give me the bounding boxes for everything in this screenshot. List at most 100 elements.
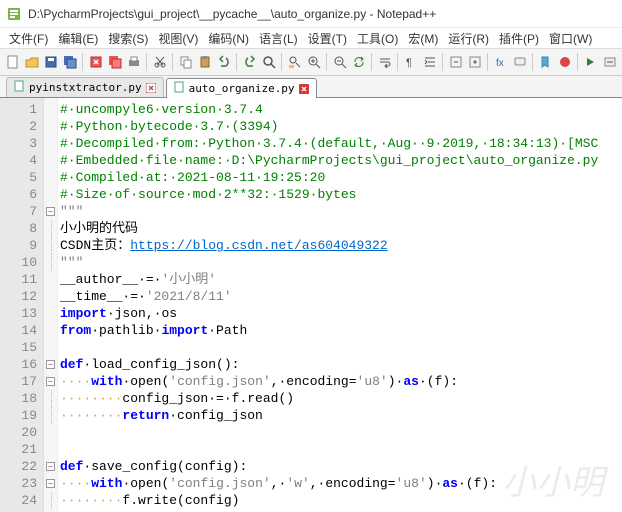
line-number: 3 — [0, 135, 37, 152]
paste-button[interactable] — [196, 52, 213, 72]
tab-pyinstxtractor-py[interactable]: pyinstxtractor.py — [6, 77, 164, 97]
print-button[interactable] — [125, 52, 142, 72]
toolbar-separator — [326, 53, 327, 71]
code-line[interactable]: __time__·=·'2021/8/11' — [60, 288, 622, 305]
code-line[interactable]: #·Size·of·source·mod·2**32:·1529·bytes — [60, 186, 622, 203]
fold-cell — [44, 339, 57, 356]
fold-toggle-icon[interactable]: − — [46, 377, 55, 386]
toolbar-separator — [371, 53, 372, 71]
editor: 123456789101112131415161718192021222324 … — [0, 98, 622, 512]
line-number: 23 — [0, 475, 37, 492]
toolbar-separator — [146, 53, 147, 71]
menu-item-6[interactable]: 设置(T) — [303, 28, 352, 49]
copy-button[interactable] — [177, 52, 194, 72]
replace-button[interactable] — [286, 52, 303, 72]
macro-button[interactable] — [601, 52, 618, 72]
code-line[interactable]: import·json,·os — [60, 305, 622, 322]
code-line[interactable]: ········config_json·=·f.read() — [60, 390, 622, 407]
code-line[interactable]: def·load_config_json(): — [60, 356, 622, 373]
file-icon — [173, 81, 185, 96]
fold-cell[interactable]: − — [44, 203, 57, 220]
wrap-button[interactable] — [376, 52, 393, 72]
menu-item-7[interactable]: 工具(O) — [352, 28, 403, 49]
code-line[interactable]: #·Decompiled·from:·Python·3.7.4·(default… — [60, 135, 622, 152]
code-line[interactable]: ········return·config_json — [60, 407, 622, 424]
menu-item-1[interactable]: 编辑(E) — [53, 28, 103, 49]
code-line[interactable]: ····with·open('config.json',·encoding='u… — [60, 373, 622, 390]
fold-cell — [44, 390, 57, 407]
sync-button[interactable] — [350, 52, 367, 72]
fold-toggle-icon[interactable]: − — [46, 462, 55, 471]
open-button[interactable] — [23, 52, 40, 72]
zoom-in-button[interactable] — [305, 52, 322, 72]
close-all-button[interactable] — [106, 52, 123, 72]
menu-item-2[interactable]: 搜索(S) — [103, 28, 153, 49]
code-line[interactable]: ····with·open('config.json',·'w',·encodi… — [60, 475, 622, 492]
fold-cell[interactable]: − — [44, 475, 57, 492]
menubar: 文件(F)编辑(E)搜索(S)视图(V)编码(N)语言(L)设置(T)工具(O)… — [0, 28, 622, 48]
toolbar-separator — [82, 53, 83, 71]
new-button[interactable] — [4, 52, 21, 72]
app-icon — [6, 6, 22, 22]
bookmark-button[interactable] — [537, 52, 554, 72]
tab-auto_organize-py[interactable]: auto_organize.py — [166, 78, 317, 98]
menu-item-10[interactable]: 插件(P) — [494, 28, 544, 49]
save-all-button[interactable] — [61, 52, 78, 72]
code-line[interactable]: __author__·=·'小小明' — [60, 271, 622, 288]
fold-button[interactable] — [447, 52, 464, 72]
line-number: 9 — [0, 237, 37, 254]
zoom-out-button[interactable] — [331, 52, 348, 72]
code-line[interactable] — [60, 441, 622, 458]
code-line[interactable]: #·Compiled·at:·2021-08-11·19:25:20 — [60, 169, 622, 186]
code-line[interactable]: from·pathlib·import·Path — [60, 322, 622, 339]
svg-text:fx: fx — [496, 58, 504, 69]
menu-item-8[interactable]: 宏(M) — [403, 28, 443, 49]
func-button[interactable]: fx — [492, 52, 509, 72]
code-line[interactable]: """ — [60, 203, 622, 220]
code-line[interactable] — [60, 339, 622, 356]
line-number: 18 — [0, 390, 37, 407]
menu-item-0[interactable]: 文件(F) — [4, 28, 53, 49]
code-line[interactable]: CSDN主页：https://blog.csdn.net/as604049322 — [60, 237, 622, 254]
fold-cell[interactable]: − — [44, 458, 57, 475]
menu-item-9[interactable]: 运行(R) — [443, 28, 494, 49]
close-button[interactable] — [87, 52, 104, 72]
undo-button[interactable] — [215, 52, 232, 72]
code-line[interactable]: ········f.write(config) — [60, 492, 622, 509]
redo-button[interactable] — [241, 52, 258, 72]
menu-item-4[interactable]: 编码(N) — [203, 28, 254, 49]
fold-toggle-icon[interactable]: − — [46, 207, 55, 216]
line-number: 4 — [0, 152, 37, 169]
unfold-button[interactable] — [466, 52, 483, 72]
code-line[interactable] — [60, 424, 622, 441]
code-line[interactable]: #·Python·bytecode·3.7·(3394) — [60, 118, 622, 135]
fold-toggle-icon[interactable]: − — [46, 360, 55, 369]
line-number: 22 — [0, 458, 37, 475]
line-number: 15 — [0, 339, 37, 356]
cut-button[interactable] — [151, 52, 168, 72]
fold-toggle-icon[interactable]: − — [46, 479, 55, 488]
fold-cell[interactable]: − — [44, 356, 57, 373]
tab-close-icon[interactable] — [146, 82, 157, 93]
line-number: 24 — [0, 492, 37, 509]
code-line[interactable]: #·uncompyle6·version·3.7.4 — [60, 101, 622, 118]
play-button[interactable] — [582, 52, 599, 72]
menu-item-11[interactable]: 窗口(W) — [544, 28, 597, 49]
code-line[interactable]: #·Embedded·file·name:·D:\PycharmProjects… — [60, 152, 622, 169]
code-line[interactable]: 小小明的代码 — [60, 220, 622, 237]
save-button[interactable] — [42, 52, 59, 72]
comment-button[interactable] — [511, 52, 528, 72]
record-button[interactable] — [556, 52, 573, 72]
fold-cell[interactable]: − — [44, 373, 57, 390]
menu-item-3[interactable]: 视图(V) — [153, 28, 203, 49]
code-area[interactable]: #·uncompyle6·version·3.7.4#·Python·bytec… — [58, 98, 622, 512]
ws-button[interactable]: ¶ — [402, 52, 419, 72]
code-line[interactable]: """ — [60, 254, 622, 271]
toolbar-separator — [281, 53, 282, 71]
menu-item-5[interactable]: 语言(L) — [254, 28, 303, 49]
toolbar-separator — [487, 53, 488, 71]
indent-button[interactable] — [421, 52, 438, 72]
find-button[interactable] — [260, 52, 277, 72]
tab-close-icon[interactable] — [299, 83, 310, 94]
code-line[interactable]: def·save_config(config): — [60, 458, 622, 475]
